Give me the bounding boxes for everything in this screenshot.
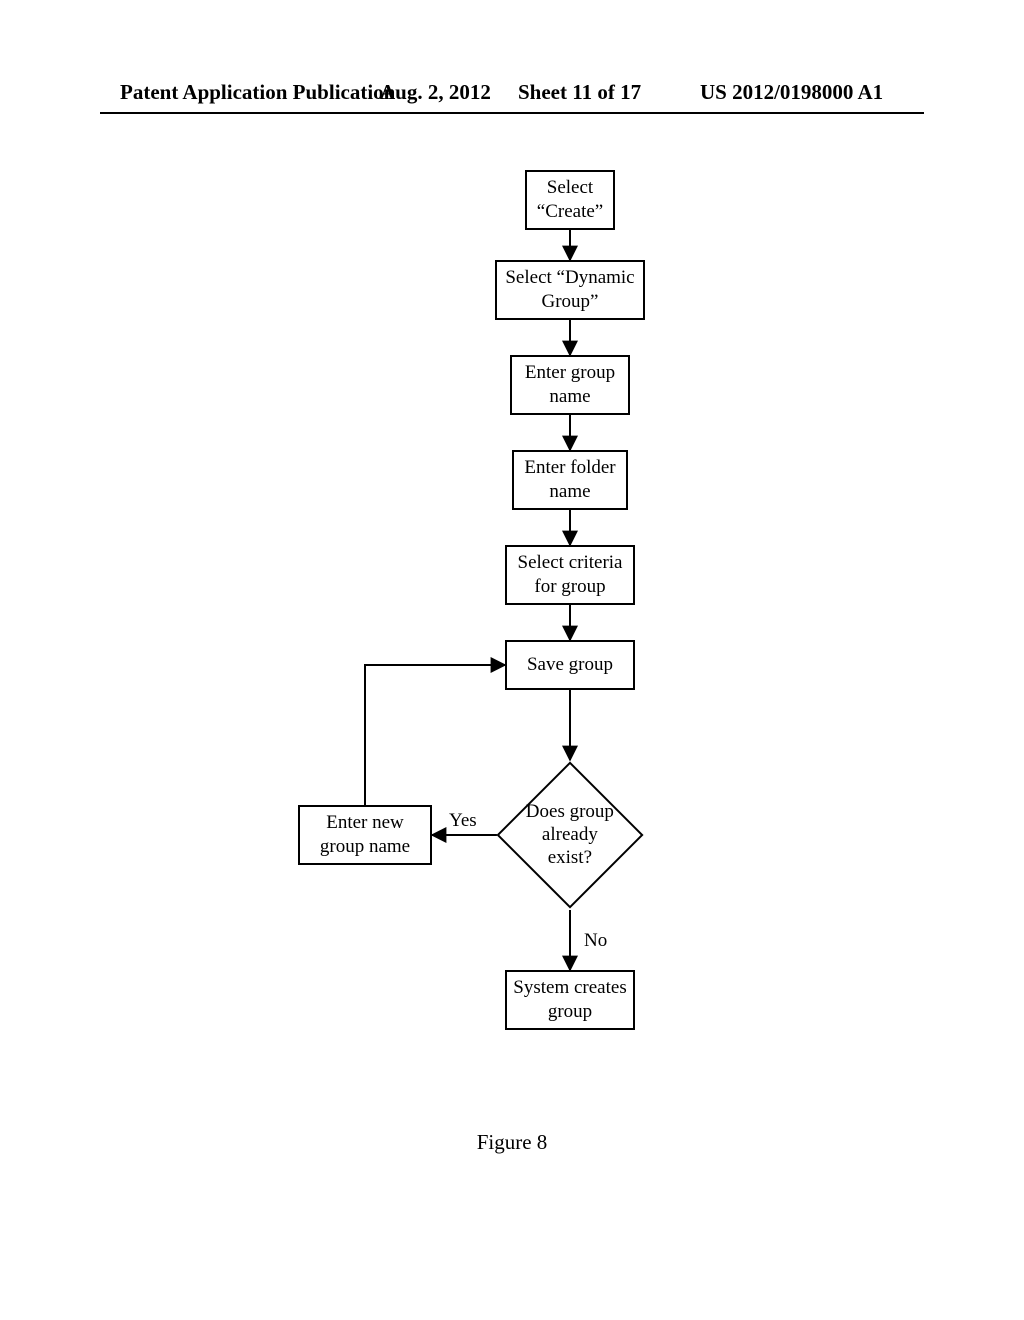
flow-step-enter-new-name: Enter new group name <box>298 805 432 865</box>
flow-decision-text: Does group already exist? <box>520 801 620 869</box>
flow-step-system-creates: System creates group <box>505 970 635 1030</box>
flow-label-no: No <box>584 930 607 952</box>
flow-label-yes: Yes <box>449 810 477 832</box>
header-rule <box>100 112 924 114</box>
header-sheet: Sheet 11 of 17 <box>518 80 641 105</box>
flow-step-select-criteria: Select criteria for group <box>505 545 635 605</box>
header-date: Aug. 2, 2012 <box>380 80 491 105</box>
flow-step-enter-folder: Enter folder name <box>512 450 628 510</box>
flow-step-select-dynamic: Select “Dynamic Group” <box>495 260 645 320</box>
flowchart: Select “Create” Select “Dynamic Group” E… <box>0 170 1024 1120</box>
patent-page: Patent Application Publication Aug. 2, 2… <box>0 0 1024 1320</box>
figure-caption: Figure 8 <box>0 1130 1024 1155</box>
header-publication-label: Patent Application Publication <box>120 80 395 105</box>
flow-step-select-create: Select “Create” <box>525 170 615 230</box>
header-pubno: US 2012/0198000 A1 <box>700 80 883 105</box>
flow-step-save-group: Save group <box>505 640 635 690</box>
flow-step-enter-group-name: Enter group name <box>510 355 630 415</box>
